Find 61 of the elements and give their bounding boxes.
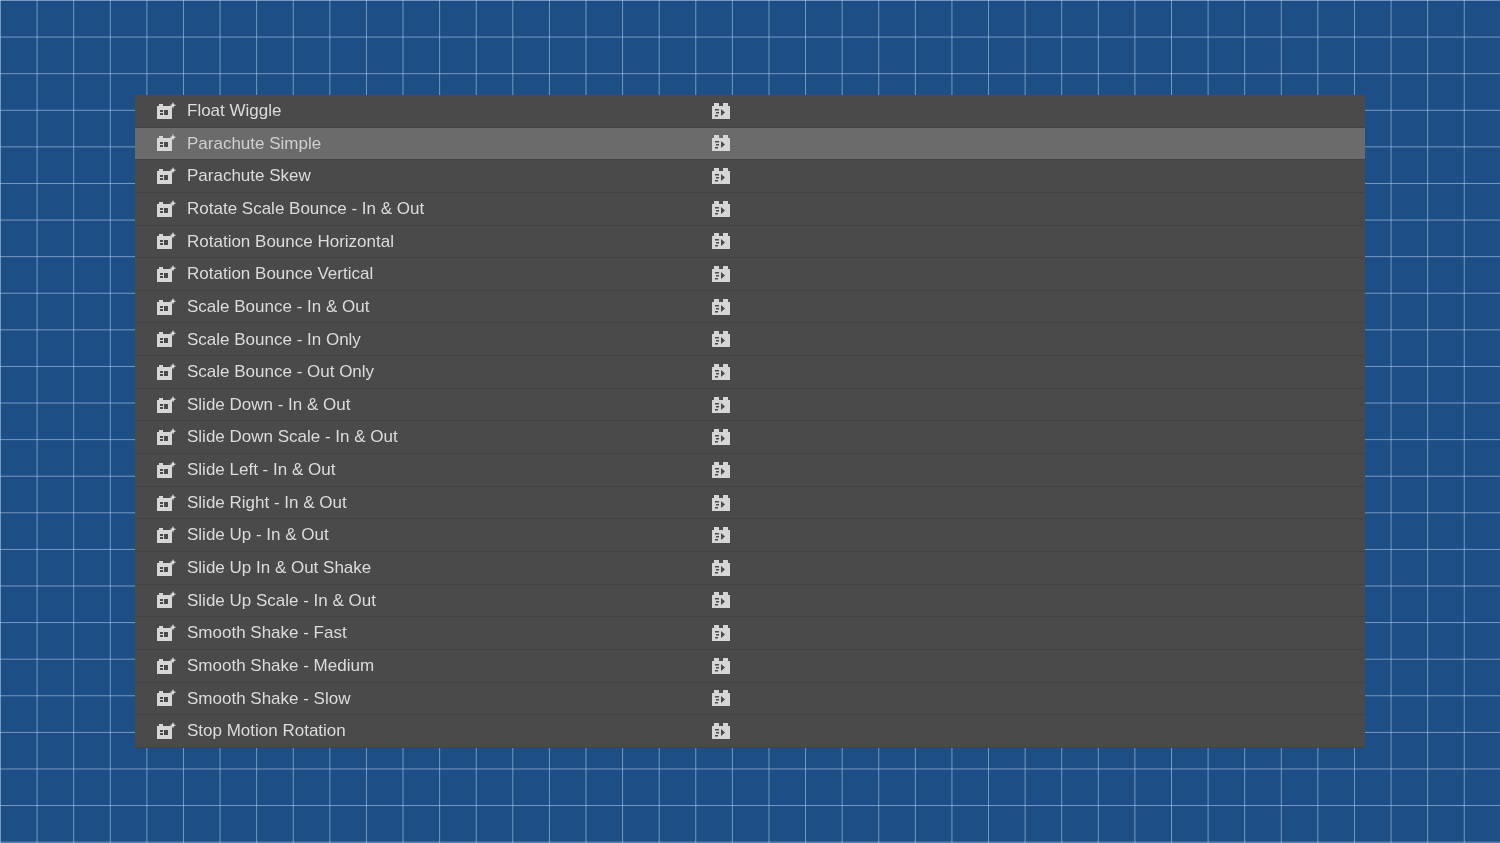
preset-icon <box>156 557 177 578</box>
animation-preset-icon <box>711 558 731 577</box>
preset-icon <box>156 361 177 382</box>
preset-icon <box>156 525 177 546</box>
animation-preset-icon <box>711 395 731 414</box>
preset-name: Slide Down - In & Out <box>187 393 351 416</box>
preset-icon <box>156 655 177 676</box>
preset-icon <box>156 590 177 611</box>
preset-name: Slide Left - In & Out <box>187 459 336 482</box>
preset-name: Scale Bounce - In Only <box>187 328 361 351</box>
preset-name: Scale Bounce - In & Out <box>187 295 370 318</box>
animation-preset-icon <box>711 591 731 610</box>
preset-icon <box>156 427 177 448</box>
preset-icon <box>156 459 177 480</box>
preset-name: Scale Bounce - Out Only <box>187 361 375 384</box>
preset-icon <box>156 394 177 415</box>
preset-row[interactable]: Parachute Simple <box>135 127 1365 161</box>
animation-preset-icon <box>711 330 731 349</box>
preset-name: Rotation Bounce Vertical <box>187 263 374 286</box>
animation-preset-icon <box>711 134 731 153</box>
animation-preset-icon <box>711 362 731 381</box>
preset-icon <box>156 329 177 350</box>
preset-icon <box>156 688 177 709</box>
preset-icon <box>156 492 177 513</box>
preset-icon <box>156 623 177 644</box>
preset-name: Stop Motion Rotation <box>187 720 346 743</box>
animation-preset-icon <box>711 656 731 675</box>
animation-preset-icon <box>711 689 731 708</box>
preset-name: Parachute Simple <box>187 132 322 155</box>
animation-preset-icon <box>711 526 731 545</box>
preset-icon <box>156 198 177 219</box>
preset-icon <box>156 166 177 187</box>
animation-preset-icon <box>711 460 731 479</box>
preset-name: Float Wiggle <box>187 100 282 123</box>
preset-name: Slide Up Scale - In & Out <box>187 589 376 612</box>
preset-name: Slide Up - In & Out <box>187 524 329 547</box>
preset-name: Rotate Scale Bounce - In & Out <box>187 198 425 220</box>
preset-name: Smooth Shake - Slow <box>187 687 351 710</box>
preset-name: Rotation Bounce Horizontal <box>187 230 394 253</box>
animation-preset-icon <box>711 624 731 643</box>
animation-preset-icon <box>711 265 731 283</box>
animation-preset-icon <box>711 297 731 316</box>
preset-name: Smooth Shake - Medium <box>187 654 375 677</box>
preset-name: Slide Up In & Out Shake <box>187 557 372 580</box>
animation-preset-icon <box>711 493 731 512</box>
animation-preset-icon <box>711 722 731 740</box>
animation-preset-icon <box>711 167 731 186</box>
preset-name: Parachute Skew <box>187 165 311 188</box>
preset-icon <box>156 231 177 252</box>
preset-icon <box>156 721 177 741</box>
preset-icon <box>156 100 177 121</box>
preset-name: Slide Down Scale - In & Out <box>187 426 398 449</box>
preset-icon <box>156 296 177 317</box>
animation-preset-icon <box>711 232 731 251</box>
animation-preset-icon <box>711 101 731 120</box>
animation-preset-icon <box>711 428 731 447</box>
preset-icon <box>156 264 177 284</box>
preset-name: Smooth Shake - Fast <box>187 622 347 645</box>
preset-name: Slide Right - In & Out <box>187 491 347 514</box>
animation-preset-icon <box>711 199 731 218</box>
preset-icon <box>156 133 177 154</box>
